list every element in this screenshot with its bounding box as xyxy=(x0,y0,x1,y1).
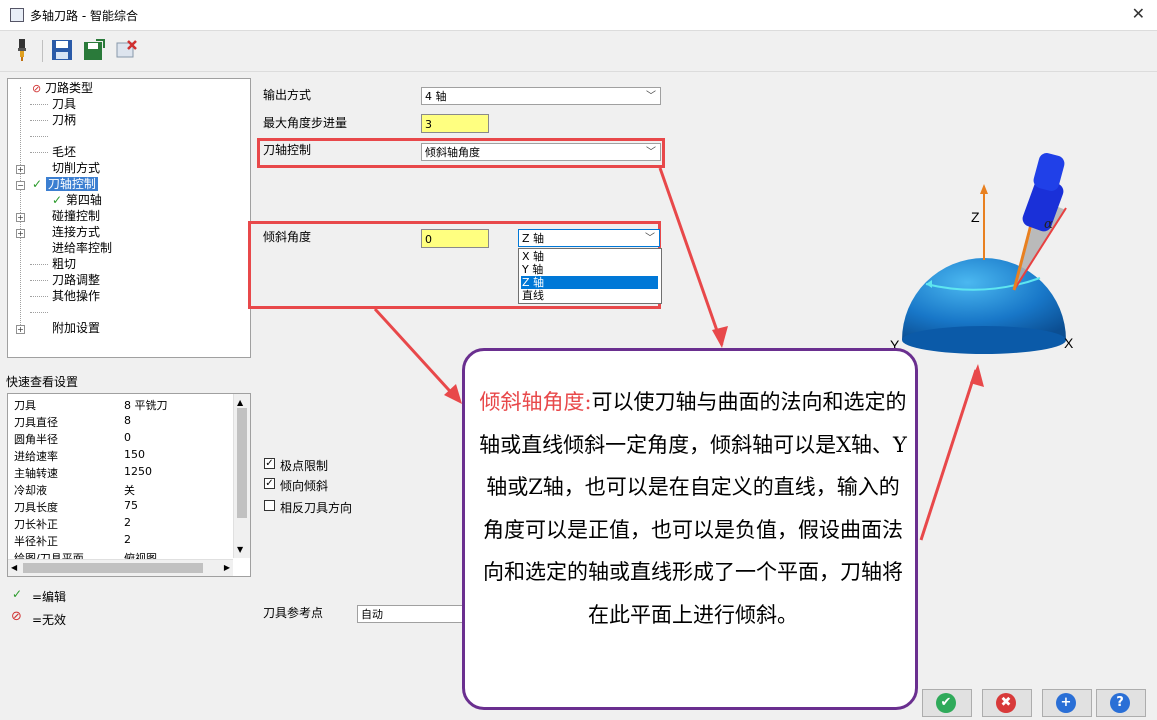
arrow-line xyxy=(919,369,978,541)
arrow-line xyxy=(658,167,724,346)
callout-text: 倾斜轴角度:可以使刀轴与曲面的法向和选定的轴或直线倾斜一定角度，倾斜轴可以是X轴… xyxy=(479,381,907,636)
callout-heading: 倾斜轴角度: xyxy=(479,390,592,414)
arrow-line xyxy=(373,307,460,402)
check-circle-icon: ✔ xyxy=(936,693,956,713)
plus-circle-icon: + xyxy=(1056,693,1076,713)
arrow-head xyxy=(970,364,984,387)
callout-body: 可以使刀轴与曲面的法向和选定的轴或直线倾斜一定角度，倾斜轴可以是X轴、Y轴或Z轴… xyxy=(479,390,907,627)
help-button[interactable]: ? xyxy=(1096,689,1146,717)
ok-button[interactable]: ✔ xyxy=(922,689,972,717)
help-circle-icon: ? xyxy=(1110,693,1130,713)
cancel-button[interactable]: ✖ xyxy=(982,689,1032,717)
arrow-head xyxy=(712,326,728,348)
cancel-circle-icon: ✖ xyxy=(996,693,1016,713)
add-button[interactable]: + xyxy=(1042,689,1092,717)
explanation-callout: 倾斜轴角度:可以使刀轴与曲面的法向和选定的轴或直线倾斜一定角度，倾斜轴可以是X轴… xyxy=(462,348,918,710)
